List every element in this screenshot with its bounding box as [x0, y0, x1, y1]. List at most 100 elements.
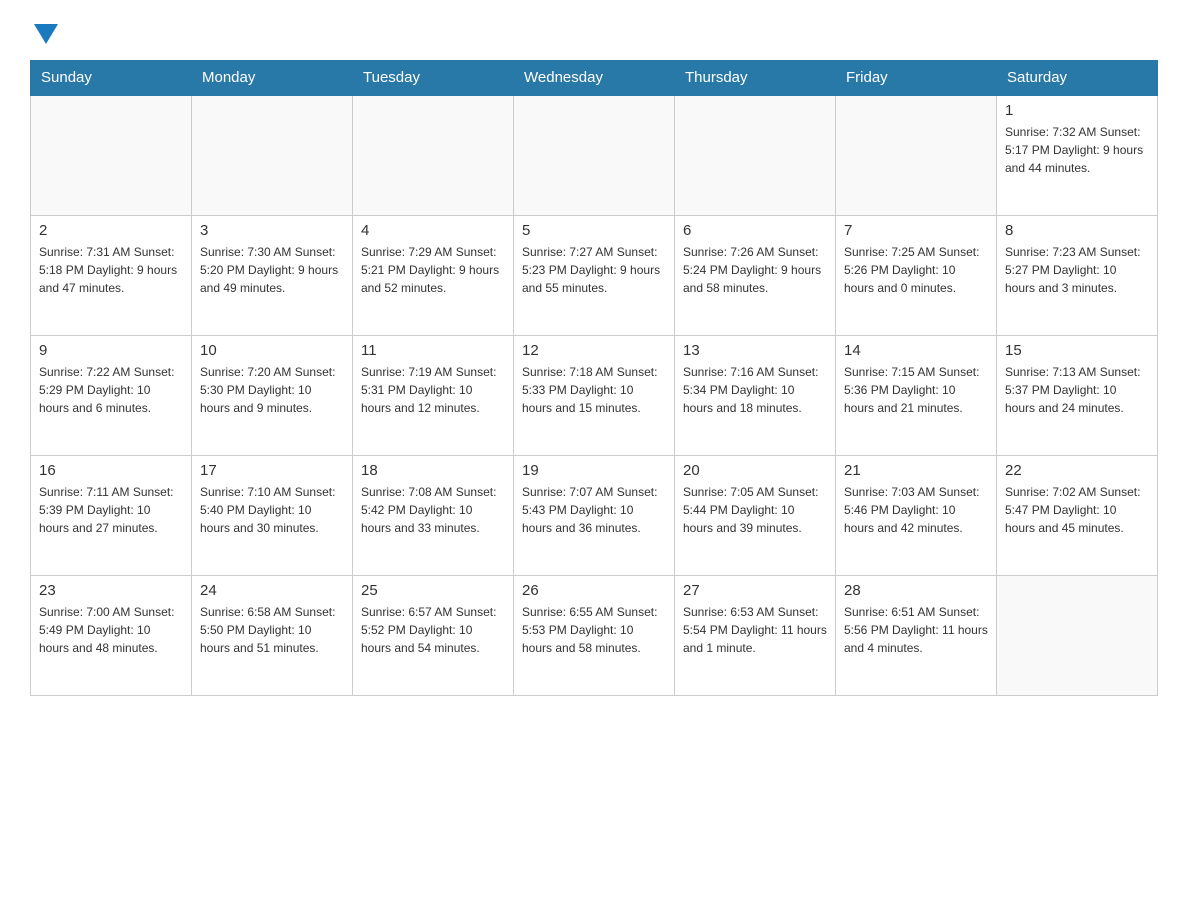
- day-of-week-header: Saturday: [997, 61, 1158, 96]
- day-number: 10: [200, 342, 344, 359]
- calendar-day-cell: 4 Sunrise: 7:29 AM Sunset: 5:21 PM Daylig…: [353, 215, 514, 335]
- calendar-day-cell: 24 Sunrise: 6:58 AM Sunset: 5:50 PM Dayli…: [192, 575, 353, 695]
- calendar-day-cell: [997, 575, 1158, 695]
- calendar-day-cell: 17 Sunrise: 7:10 AM Sunset: 5:40 PM Dayli…: [192, 455, 353, 575]
- day-number: 18: [361, 462, 505, 479]
- calendar-day-cell: 16 Sunrise: 7:11 AM Sunset: 5:39 PM Dayli…: [31, 455, 192, 575]
- calendar-day-cell: 12Sunrise: 7:18 AM Sunset: 5:33 PM Dayli…: [514, 335, 675, 455]
- day-info: Sunrise: 7:05 AM Sunset: 5:44 PM Dayligh…: [683, 483, 827, 537]
- calendar-header-row: SundayMondayTuesdayWednesdayThursdayFrid…: [31, 61, 1158, 96]
- calendar-day-cell: 28 Sunrise: 6:51 AM Sunset: 5:56 PM Dayli…: [836, 575, 997, 695]
- day-info: Sunrise: 7:32 AM Sunset: 5:17 PM Dayligh…: [1005, 123, 1149, 177]
- calendar-week-row: 16 Sunrise: 7:11 AM Sunset: 5:39 PM Dayli…: [31, 455, 1158, 575]
- day-number: 15: [1005, 342, 1149, 359]
- day-info: Sunrise: 7:00 AM Sunset: 5:49 PM Dayligh…: [39, 603, 183, 657]
- day-number: 25: [361, 582, 505, 599]
- day-of-week-header: Tuesday: [353, 61, 514, 96]
- day-info: Sunrise: 7:02 AM Sunset: 5:47 PM Dayligh…: [1005, 483, 1149, 537]
- calendar-day-cell: 7Sunrise: 7:25 AM Sunset: 5:26 PM Daylig…: [836, 215, 997, 335]
- day-info: Sunrise: 7:30 AM Sunset: 5:20 PM Dayligh…: [200, 243, 344, 297]
- day-number: 19: [522, 462, 666, 479]
- day-number: 8: [1005, 222, 1149, 239]
- day-info: Sunrise: 7:29 AM Sunset: 5:21 PM Dayligh…: [361, 243, 505, 297]
- day-info: Sunrise: 6:55 AM Sunset: 5:53 PM Dayligh…: [522, 603, 666, 657]
- day-number: 26: [522, 582, 666, 599]
- calendar-day-cell: 2 Sunrise: 7:31 AM Sunset: 5:18 PM Daylig…: [31, 215, 192, 335]
- day-of-week-header: Wednesday: [514, 61, 675, 96]
- day-number: 17: [200, 462, 344, 479]
- calendar-day-cell: 3 Sunrise: 7:30 AM Sunset: 5:20 PM Daylig…: [192, 215, 353, 335]
- day-number: 23: [39, 582, 183, 599]
- calendar-day-cell: [675, 95, 836, 215]
- calendar-day-cell: 23 Sunrise: 7:00 AM Sunset: 5:49 PM Dayli…: [31, 575, 192, 695]
- day-number: 4: [361, 222, 505, 239]
- day-number: 6: [683, 222, 827, 239]
- calendar-day-cell: [192, 95, 353, 215]
- calendar-day-cell: [836, 95, 997, 215]
- calendar-day-cell: 1 Sunrise: 7:32 AM Sunset: 5:17 PM Daylig…: [997, 95, 1158, 215]
- day-number: 12: [522, 342, 666, 359]
- day-info: Sunrise: 7:26 AM Sunset: 5:24 PM Dayligh…: [683, 243, 827, 297]
- day-info: Sunrise: 6:53 AM Sunset: 5:54 PM Dayligh…: [683, 603, 827, 657]
- calendar-table: SundayMondayTuesdayWednesdayThursdayFrid…: [30, 60, 1158, 696]
- calendar-day-cell: 13Sunrise: 7:16 AM Sunset: 5:34 PM Dayli…: [675, 335, 836, 455]
- day-info: Sunrise: 7:23 AM Sunset: 5:27 PM Dayligh…: [1005, 243, 1149, 297]
- calendar-day-cell: 19 Sunrise: 7:07 AM Sunset: 5:43 PM Dayli…: [514, 455, 675, 575]
- day-number: 28: [844, 582, 988, 599]
- day-number: 5: [522, 222, 666, 239]
- page-header: [30, 20, 1158, 42]
- day-number: 16: [39, 462, 183, 479]
- day-info: Sunrise: 6:51 AM Sunset: 5:56 PM Dayligh…: [844, 603, 988, 657]
- calendar-day-cell: 21 Sunrise: 7:03 AM Sunset: 5:46 PM Dayli…: [836, 455, 997, 575]
- day-info: Sunrise: 7:13 AM Sunset: 5:37 PM Dayligh…: [1005, 363, 1149, 417]
- calendar-day-cell: 25Sunrise: 6:57 AM Sunset: 5:52 PM Dayli…: [353, 575, 514, 695]
- day-info: Sunrise: 7:10 AM Sunset: 5:40 PM Dayligh…: [200, 483, 344, 537]
- day-info: Sunrise: 7:31 AM Sunset: 5:18 PM Dayligh…: [39, 243, 183, 297]
- calendar-week-row: 1 Sunrise: 7:32 AM Sunset: 5:17 PM Daylig…: [31, 95, 1158, 215]
- calendar-week-row: 2 Sunrise: 7:31 AM Sunset: 5:18 PM Daylig…: [31, 215, 1158, 335]
- calendar-day-cell: 14 Sunrise: 7:15 AM Sunset: 5:36 PM Dayli…: [836, 335, 997, 455]
- day-info: Sunrise: 7:07 AM Sunset: 5:43 PM Dayligh…: [522, 483, 666, 537]
- day-info: Sunrise: 7:08 AM Sunset: 5:42 PM Dayligh…: [361, 483, 505, 537]
- calendar-day-cell: 6 Sunrise: 7:26 AM Sunset: 5:24 PM Daylig…: [675, 215, 836, 335]
- logo: [30, 20, 58, 42]
- calendar-day-cell: 27 Sunrise: 6:53 AM Sunset: 5:54 PM Dayli…: [675, 575, 836, 695]
- day-number: 27: [683, 582, 827, 599]
- day-number: 20: [683, 462, 827, 479]
- calendar-day-cell: 10 Sunrise: 7:20 AM Sunset: 5:30 PM Dayli…: [192, 335, 353, 455]
- day-info: Sunrise: 7:22 AM Sunset: 5:29 PM Dayligh…: [39, 363, 183, 417]
- day-info: Sunrise: 7:20 AM Sunset: 5:30 PM Dayligh…: [200, 363, 344, 417]
- day-info: Sunrise: 7:19 AM Sunset: 5:31 PM Dayligh…: [361, 363, 505, 417]
- calendar-day-cell: 11 Sunrise: 7:19 AM Sunset: 5:31 PM Dayli…: [353, 335, 514, 455]
- calendar-day-cell: 18 Sunrise: 7:08 AM Sunset: 5:42 PM Dayli…: [353, 455, 514, 575]
- calendar-week-row: 9Sunrise: 7:22 AM Sunset: 5:29 PM Daylig…: [31, 335, 1158, 455]
- day-info: Sunrise: 7:15 AM Sunset: 5:36 PM Dayligh…: [844, 363, 988, 417]
- logo-triangle-icon: [34, 24, 58, 44]
- calendar-day-cell: 5 Sunrise: 7:27 AM Sunset: 5:23 PM Daylig…: [514, 215, 675, 335]
- calendar-day-cell: [31, 95, 192, 215]
- day-info: Sunrise: 7:03 AM Sunset: 5:46 PM Dayligh…: [844, 483, 988, 537]
- day-number: 1: [1005, 102, 1149, 119]
- day-info: Sunrise: 6:58 AM Sunset: 5:50 PM Dayligh…: [200, 603, 344, 657]
- day-info: Sunrise: 7:11 AM Sunset: 5:39 PM Dayligh…: [39, 483, 183, 537]
- day-number: 11: [361, 342, 505, 359]
- calendar-day-cell: 22 Sunrise: 7:02 AM Sunset: 5:47 PM Dayli…: [997, 455, 1158, 575]
- calendar-day-cell: 26 Sunrise: 6:55 AM Sunset: 5:53 PM Dayli…: [514, 575, 675, 695]
- calendar-week-row: 23 Sunrise: 7:00 AM Sunset: 5:49 PM Dayli…: [31, 575, 1158, 695]
- calendar-day-cell: 9Sunrise: 7:22 AM Sunset: 5:29 PM Daylig…: [31, 335, 192, 455]
- calendar-day-cell: [514, 95, 675, 215]
- day-of-week-header: Monday: [192, 61, 353, 96]
- day-of-week-header: Sunday: [31, 61, 192, 96]
- day-number: 14: [844, 342, 988, 359]
- day-number: 3: [200, 222, 344, 239]
- day-number: 2: [39, 222, 183, 239]
- day-number: 21: [844, 462, 988, 479]
- day-number: 22: [1005, 462, 1149, 479]
- day-info: Sunrise: 7:27 AM Sunset: 5:23 PM Dayligh…: [522, 243, 666, 297]
- calendar-day-cell: 8 Sunrise: 7:23 AM Sunset: 5:27 PM Daylig…: [997, 215, 1158, 335]
- day-number: 24: [200, 582, 344, 599]
- day-of-week-header: Friday: [836, 61, 997, 96]
- calendar-day-cell: 20 Sunrise: 7:05 AM Sunset: 5:44 PM Dayli…: [675, 455, 836, 575]
- day-info: Sunrise: 7:25 AM Sunset: 5:26 PM Dayligh…: [844, 243, 988, 297]
- calendar-day-cell: [353, 95, 514, 215]
